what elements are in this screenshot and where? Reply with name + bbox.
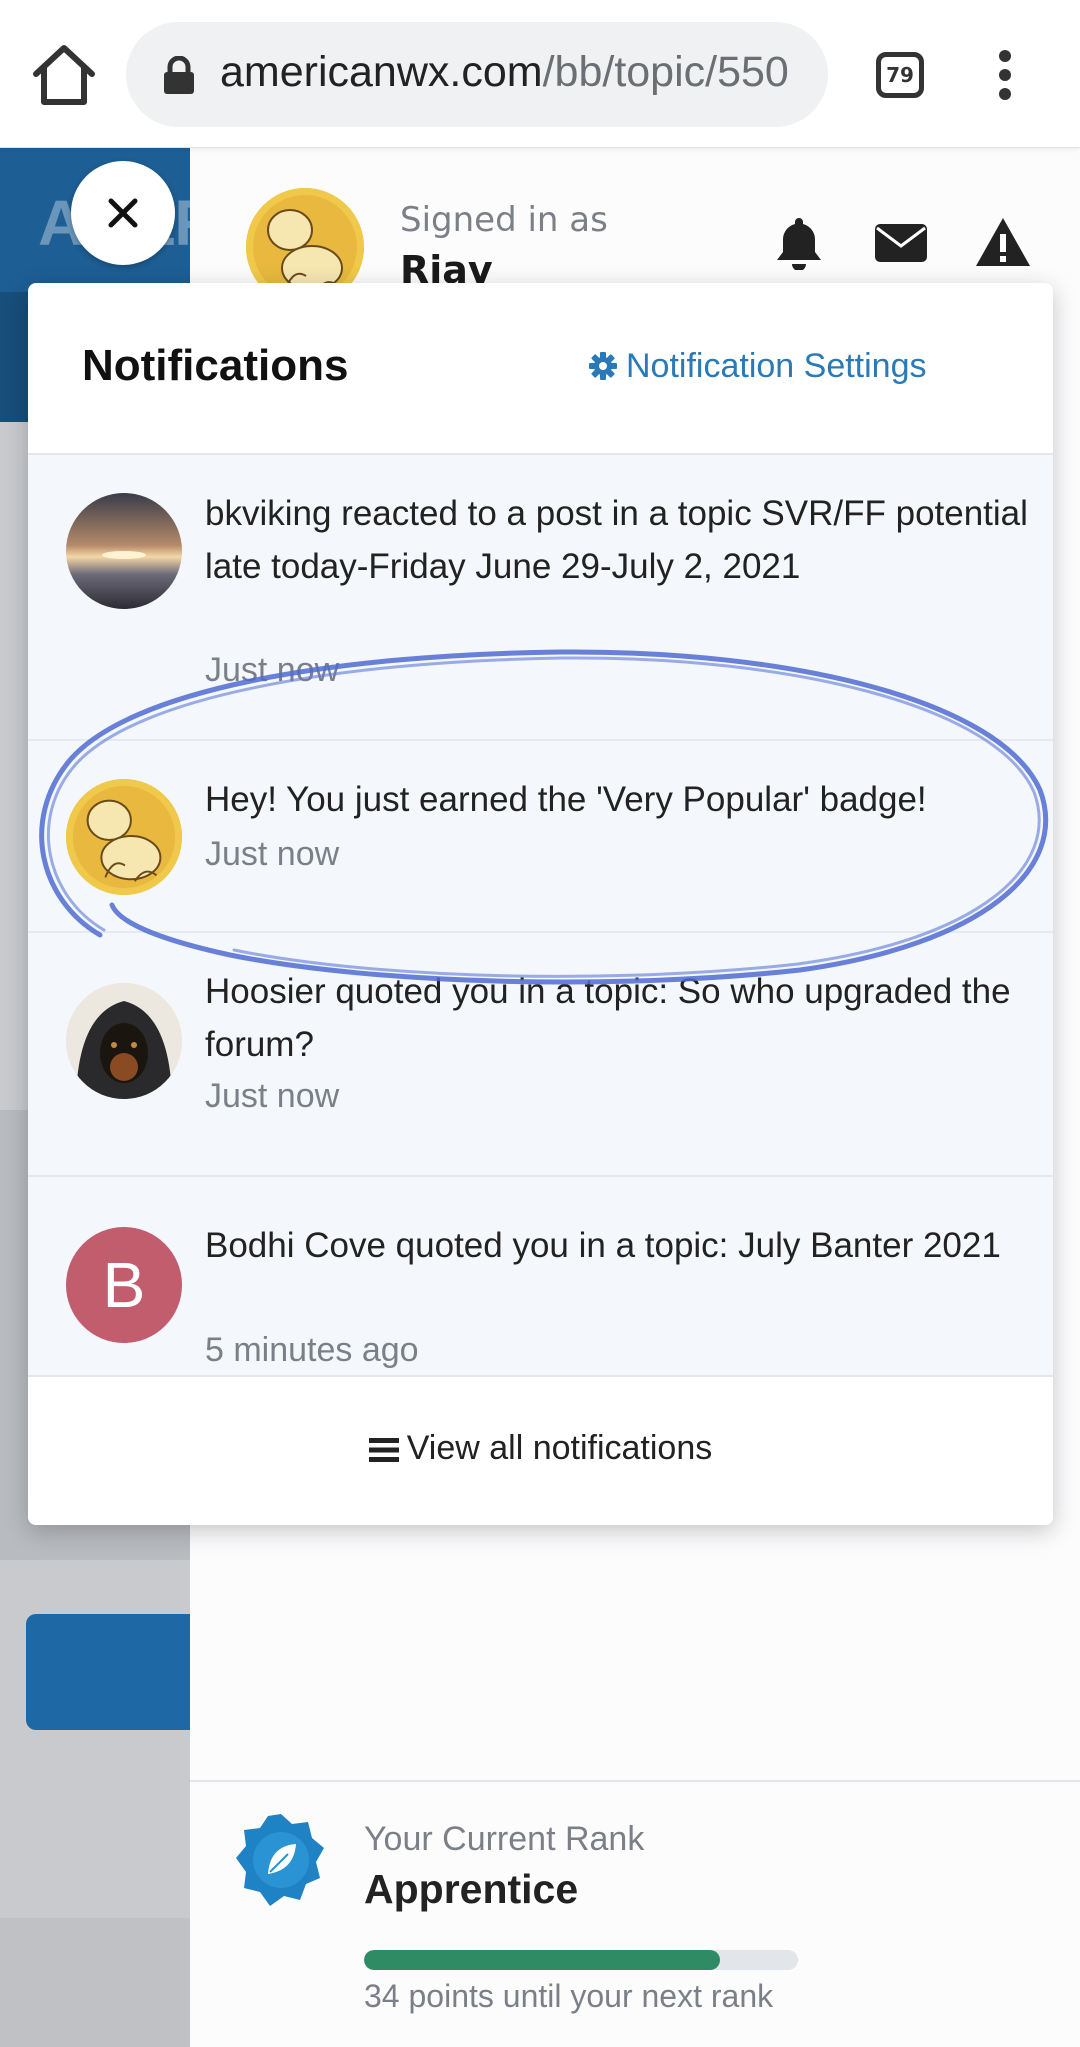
notification-text: Hoosier quoted you in a topic: So who up… <box>205 972 1011 1064</box>
tab-switcher-button[interactable]: 79 <box>876 52 924 98</box>
notifications-list: bkviking reacted to a post in a topic SV… <box>28 455 1053 1375</box>
avatar-letter: B <box>66 1227 182 1343</box>
rank-name: Apprentice <box>364 1866 579 1912</box>
envelope-icon[interactable] <box>872 214 930 270</box>
background-button <box>26 1614 190 1730</box>
signed-in-label: Signed in as <box>400 200 608 240</box>
notification-time: 5 minutes ago <box>205 1331 419 1369</box>
hamburger-icon <box>368 1438 399 1462</box>
notification-text: Bodhi Cove quoted you in a topic: July B… <box>205 1226 1001 1265</box>
notification-item[interactable]: Hey! You just earned the 'Very Popular' … <box>28 741 1053 933</box>
notification-text: bkviking reacted to a post in a topic SV… <box>205 494 1028 586</box>
notification-settings-link[interactable]: Notification Settings <box>588 347 927 386</box>
view-all-label: View all notifications <box>406 1429 713 1467</box>
more-vert-icon[interactable] <box>990 50 1020 100</box>
notification-item[interactable]: Hoosier quoted you in a topic: So who up… <box>28 933 1053 1177</box>
url-text: americanwx.com/bb/topic/550 <box>220 48 810 97</box>
address-bar[interactable]: americanwx.com/bb/topic/550 <box>126 22 828 127</box>
gear-icon <box>589 352 617 380</box>
browser-toolbar: americanwx.com/bb/topic/550 79 <box>0 0 1080 148</box>
url-path: /bb/topic/550 <box>542 48 789 96</box>
leaf-badge-icon <box>236 1812 326 1908</box>
close-icon <box>108 198 138 228</box>
lock-icon <box>162 55 196 94</box>
avatar <box>66 493 182 609</box>
bell-icon[interactable] <box>770 214 828 271</box>
url-domain: americanwx.com <box>220 48 543 96</box>
notification-settings-label: Notification Settings <box>626 347 927 385</box>
background-block-low <box>0 1918 190 2047</box>
notification-text: Hey! You just earned the 'Very Popular' … <box>205 780 927 819</box>
notification-item[interactable]: B Bodhi Cove quoted you in a topic: July… <box>28 1177 1053 1375</box>
rank-points-text: 34 points until your next rank <box>364 1978 774 2014</box>
notifications-panel: Notifications Notification Settings bkvi… <box>28 283 1053 1525</box>
avatar <box>66 983 182 1099</box>
rank-progress-fill <box>364 1950 720 1970</box>
rank-label: Your Current Rank <box>364 1820 645 1858</box>
notification-time: Just now <box>205 1077 340 1115</box>
divider <box>190 1780 1080 1782</box>
notification-item[interactable]: bkviking reacted to a post in a topic SV… <box>28 455 1053 741</box>
notifications-title: Notifications <box>82 341 349 390</box>
notification-time: Just now <box>205 835 340 873</box>
home-icon[interactable] <box>30 42 98 108</box>
notifications-header: Notifications Notification Settings <box>28 283 1053 455</box>
close-button[interactable] <box>71 161 175 265</box>
warning-icon[interactable] <box>974 214 1032 270</box>
avatar <box>66 779 182 895</box>
notification-time: Just now <box>205 651 340 689</box>
notifications-footer: View all notifications <box>28 1375 1053 1525</box>
view-all-notifications-link[interactable]: View all notifications <box>28 1429 1053 1468</box>
rank-progress-bar <box>364 1950 798 1970</box>
